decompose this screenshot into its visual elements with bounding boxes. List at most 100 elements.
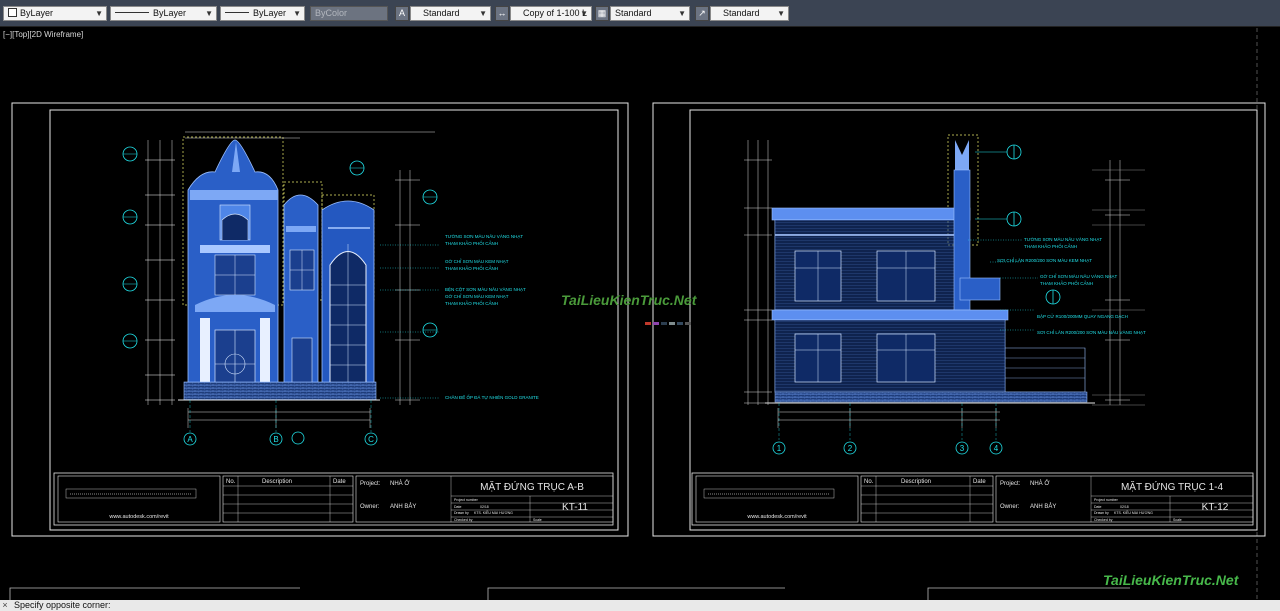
right-dimensions: [395, 170, 420, 405]
website-text: www.autodesk.com/revit: [746, 514, 807, 520]
annotation-3: SƠI CHỈ LĂN R200/200 SƠN MÀU KEM NHẠT: [997, 257, 1092, 263]
project-value: NHÀ Ở: [1030, 480, 1049, 487]
sheet-outer-border: [11, 102, 629, 537]
chevron-down-icon: ▼: [95, 9, 103, 18]
no-label: No.: [864, 479, 874, 485]
chevron-down-icon: ▼: [205, 9, 213, 18]
date-label: Date: [973, 479, 986, 485]
annotation-texts: TƯỜNG SƠN MÀU NÂU VÀNG NHẠT THAM KHẢO PH…: [445, 233, 539, 400]
left-dimensions: [145, 140, 175, 405]
owner-value: ANH BẢY: [390, 503, 416, 510]
annotation-4: THAM KHẢO PHỐI CẢNH: [445, 265, 498, 271]
annotation-texts-2: TƯỜNG SƠN MÀU NÂU VÀNG NHẠT THAM KHẢO PH…: [997, 236, 1146, 335]
no-label: No.: [226, 479, 236, 485]
annotation-7: THAM KHẢO PHỐI CẢNH: [445, 300, 498, 306]
linetype-dropdown[interactable]: ByLayer ▼: [110, 6, 217, 21]
properties-toolbar: ByLayer ▼ ByLayer ▼ ByLayer ▼ ByColor A Sta…: [0, 0, 1280, 27]
bottom-dimension-lines: [187, 408, 371, 428]
annotation-8: CHÂN ĐẾ ỐP ĐÁ TỰ NHIÊN GOLD GRANITE: [445, 393, 539, 400]
text-style-dropdown[interactable]: Standard ▼: [410, 6, 491, 21]
multileader-style-dropdown[interactable]: Standard ▼: [710, 6, 789, 21]
sheet-title: MẶT ĐỨNG TRỤC A-B: [480, 480, 584, 493]
drawn-by-label: Drawn by: [1094, 511, 1109, 515]
chevron-down-icon: ▼: [580, 9, 588, 18]
annotation-5: THAM KHẢO PHỐI CẢNH: [1040, 280, 1093, 286]
annotation-1: TƯỜNG SƠN MÀU NÂU VÀNG NHẠT: [445, 233, 523, 239]
chevron-down-icon: ▼: [479, 9, 487, 18]
drawing-canvas[interactable]: TƯỜNG SƠN MÀU NÂU VÀNG NHẠT THAM KHẢO PH…: [0, 27, 1280, 600]
title-block-kt-12: www.autodesk.com/revit No. Description D…: [691, 472, 1254, 526]
grid-label-2: 2: [848, 444, 853, 453]
drawn-by-label: Drawn by: [454, 511, 469, 515]
side-elevation-1-4: [765, 134, 1095, 404]
date-field-label: Date: [1094, 505, 1101, 509]
multileader-style-icon[interactable]: ↗: [695, 6, 709, 21]
grid-label-4: 4: [994, 444, 999, 453]
sheet-number: KT-11: [562, 502, 588, 513]
owner-label: Owner:: [1000, 504, 1020, 510]
project-number-label: Project number: [1094, 498, 1119, 502]
checked-by-label: Checked by: [1094, 518, 1113, 522]
lineweight-dropdown[interactable]: ByLayer ▼: [220, 6, 305, 21]
drawn-by-value: KTS. KIỀU MAI HƯƠNG: [1114, 510, 1153, 515]
table-style-icon[interactable]: ▦: [595, 6, 609, 21]
project-label: Project:: [1000, 481, 1021, 487]
website-text: www.autodesk.com/revit: [108, 514, 169, 520]
description-label: Description: [262, 479, 292, 485]
scale-label: Scale: [1173, 518, 1182, 522]
title-block-kt-11: www.autodesk.com/revit No. Description D…: [53, 472, 614, 526]
close-icon[interactable]: ×: [0, 600, 10, 611]
watermark-dots: [1188, 592, 1220, 605]
color-swatch-icon: [8, 8, 17, 17]
top-dimension-lines: [185, 131, 435, 139]
annotation-6: GỜ CHỈ SƠN MÀU KEM NHẠT: [445, 293, 509, 299]
annotation-3: GỜ CHỈ SƠN MÀU KEM NHẠT: [445, 258, 509, 264]
chevron-down-icon: ▼: [777, 9, 785, 18]
sheet-kt-11[interactable]: TƯỜNG SƠN MÀU NÂU VÀNG NHẠT THAM KHẢO PH…: [11, 102, 629, 537]
left-level-tags: [122, 146, 138, 349]
project-number-label: Project number: [454, 498, 479, 502]
right-dimensions-2: [1092, 160, 1145, 406]
linetype-sample-icon: [115, 12, 149, 13]
grid-label-1: 1: [777, 444, 782, 453]
watermark-corner: TaiLieuKienTruc.Net: [1103, 572, 1239, 588]
next-sheets-outline: [9, 587, 1130, 600]
command-line[interactable]: × Specify opposite corner:: [0, 600, 1280, 611]
date-label: Date: [333, 479, 346, 485]
owner-label: Owner:: [360, 504, 380, 510]
grid-bubbles: A B C: [183, 400, 378, 446]
grid-label-3: 3: [960, 444, 965, 453]
date-value: 02/18: [1120, 505, 1129, 509]
table-style-dropdown[interactable]: Standard ▼: [610, 6, 690, 21]
lineweight-sample-icon: [225, 12, 249, 13]
dimension-style-dropdown[interactable]: Copy of 1-100 L ▼: [510, 6, 592, 21]
annotation-2: THAM KHẢO PHỐI CẢNH: [1024, 243, 1077, 249]
text-style-icon[interactable]: A: [395, 6, 409, 21]
chevron-down-icon: ▼: [678, 9, 686, 18]
annotation-6: BẬP CỬ R100/200MM QUAY NGANG DẠCH: [1037, 313, 1128, 319]
dimension-style-icon[interactable]: ↔: [495, 6, 509, 21]
annotation-2: THAM KHẢO PHỐI CẢNH: [445, 240, 498, 246]
date-field-label: Date: [454, 505, 461, 509]
left-dimensions-2: [744, 140, 772, 405]
scale-label: Scale: [533, 518, 542, 522]
sheet-kt-12[interactable]: TƯỜNG SƠN MÀU NÂU VÀNG NHẠT THAM KHẢO PH…: [652, 102, 1266, 537]
project-label: Project:: [360, 481, 381, 487]
date-value: 02/18: [480, 505, 489, 509]
owner-value: ANH BẢY: [1030, 503, 1056, 510]
sheet-title: MẶT ĐỨNG TRỤC 1-4: [1121, 480, 1224, 493]
description-label: Description: [901, 479, 931, 485]
sheet-number: KT-12: [1202, 502, 1229, 513]
grid-label-b: B: [273, 435, 278, 444]
annotation-1: TƯỜNG SƠN MÀU NÂU VÀNG NHẠT: [1024, 236, 1102, 242]
annotation-7: SƠI CHỈ LĂN R200/200 SƠN MÀU NÂU VÀNG NH…: [1037, 329, 1146, 335]
front-elevation-a-b: [178, 136, 380, 401]
plotstyle-dropdown[interactable]: ByColor: [310, 6, 388, 21]
bottom-dimension-lines-2: [777, 408, 1000, 428]
watermark-center: TaiLieuKienTruc.Net: [561, 292, 697, 308]
drawn-by-value: KTS. KIỀU MAI HƯƠNG: [474, 510, 513, 515]
color-dropdown[interactable]: ByLayer ▼: [3, 6, 107, 21]
annotation-5: BỆN CỘT SƠN MÀU NÂU VÀNG NHẠT: [445, 285, 526, 292]
chevron-down-icon: ▼: [293, 9, 301, 18]
watermark-dots: [645, 312, 693, 325]
